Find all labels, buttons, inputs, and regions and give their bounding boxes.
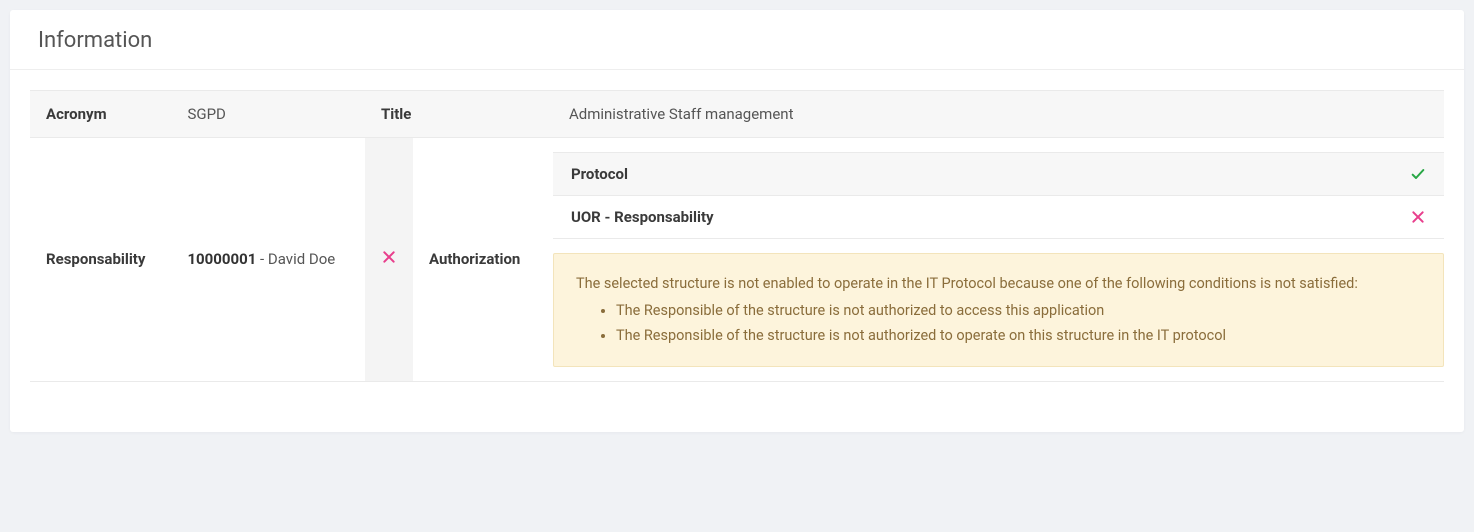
times-icon <box>1410 209 1426 225</box>
protocol-row: Protocol <box>553 152 1444 196</box>
responsibility-id: 10000001 <box>187 250 256 268</box>
check-icon <box>1410 166 1426 182</box>
authorization-inner: Protocol UOR - Responsability The select… <box>553 152 1444 367</box>
alert-reason: The Responsible of the structure is not … <box>616 324 1421 347</box>
title-label: Title <box>365 90 553 138</box>
panel-title: Information <box>38 28 1436 53</box>
responsibility-value: 10000001 - David Doe <box>171 138 365 382</box>
acronym-value: SGPD <box>171 90 365 138</box>
authorization-content: Protocol UOR - Responsability The select… <box>553 138 1444 382</box>
authorization-label: Authorization <box>413 138 553 382</box>
information-panel: Information Acronym SGPD Title Administr… <box>10 10 1464 432</box>
responsibility-row: Responsability 10000001 - David Doe Auth… <box>30 138 1444 382</box>
protocol-label: Protocol <box>571 165 628 183</box>
acronym-label: Acronym <box>30 90 171 138</box>
panel-header: Information <box>10 10 1464 70</box>
responsibility-name: David Doe <box>268 250 335 268</box>
info-table: Acronym SGPD Title Administrative Staff … <box>30 90 1444 382</box>
authorization-alert: The selected structure is not enabled to… <box>553 253 1444 367</box>
uor-row: UOR - Responsability <box>553 196 1444 239</box>
alert-reason: The Responsible of the structure is not … <box>616 299 1421 322</box>
alert-reasons-list: The Responsible of the structure is not … <box>576 299 1421 347</box>
times-icon <box>381 249 397 265</box>
header-row: Acronym SGPD Title Administrative Staff … <box>30 90 1444 138</box>
responsibility-separator: - <box>256 250 268 268</box>
title-value: Administrative Staff management <box>553 90 1444 138</box>
uor-label: UOR - Responsability <box>571 208 714 226</box>
responsibility-status-cell <box>365 138 413 382</box>
alert-intro: The selected structure is not enabled to… <box>576 272 1421 295</box>
responsibility-label: Responsability <box>30 138 171 382</box>
